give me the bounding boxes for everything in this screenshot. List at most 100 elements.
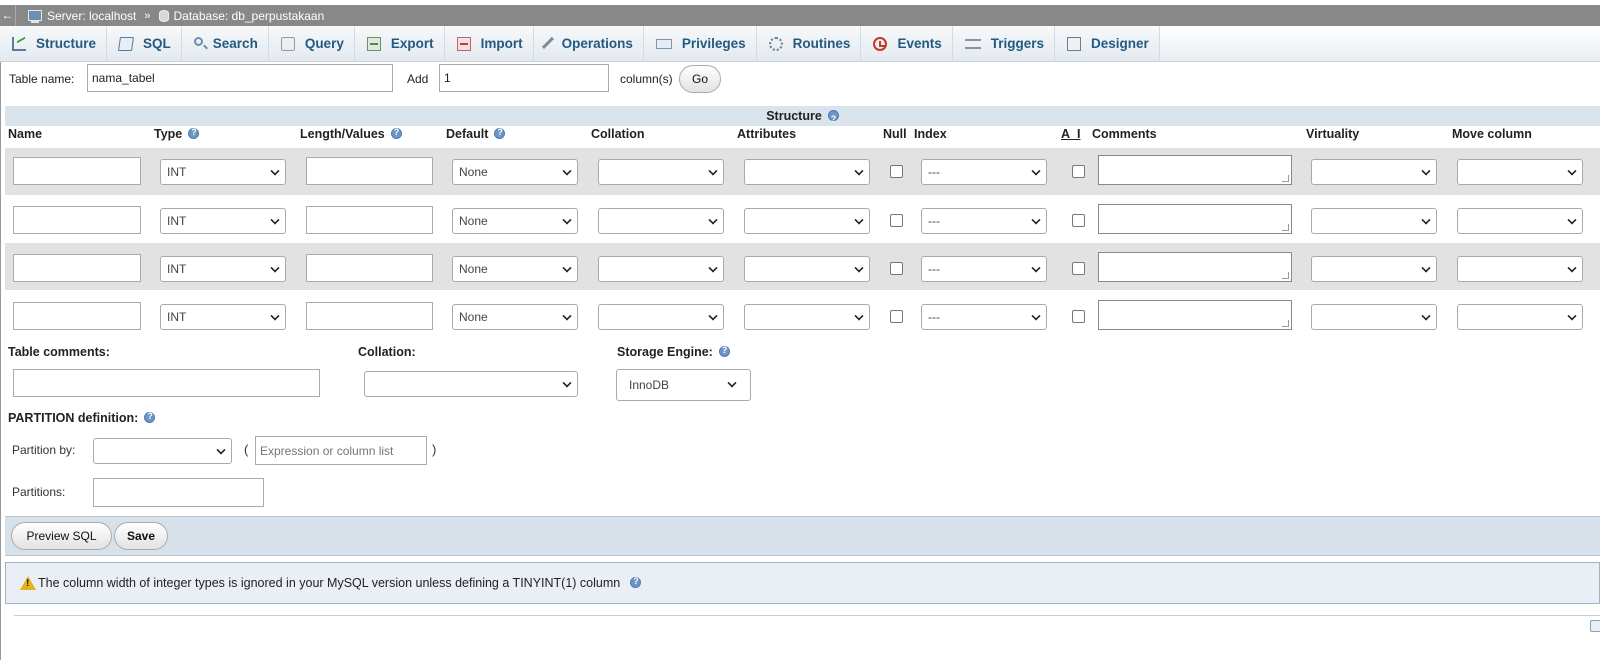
breadcrumb-database[interactable]: Database: db_perpustakaan — [174, 9, 325, 23]
column-name-input[interactable] — [13, 206, 141, 234]
preview-sql-button[interactable]: Preview SQL — [11, 522, 112, 550]
default-select[interactable]: None — [452, 159, 578, 185]
virtuality-select[interactable] — [1311, 304, 1437, 330]
partition-expression-input[interactable] — [255, 436, 427, 465]
move-column-select[interactable] — [1457, 304, 1583, 330]
attributes-select[interactable] — [744, 159, 870, 185]
move-column-select[interactable] — [1457, 208, 1583, 234]
comments-textarea[interactable] — [1098, 252, 1292, 282]
type-select[interactable]: INT — [160, 159, 286, 185]
column-name-input[interactable] — [13, 302, 141, 330]
collation-select[interactable] — [598, 159, 724, 185]
tab-routines[interactable]: Routines — [756, 26, 862, 61]
clock-icon — [873, 36, 888, 51]
virtuality-select[interactable] — [1311, 256, 1437, 282]
tab-query[interactable]: Query — [268, 26, 355, 61]
notice-message: The column width of integer types is ign… — [38, 576, 621, 590]
tab-privileges[interactable]: Privileges — [643, 26, 757, 61]
storage-engine-text: Storage Engine: — [617, 345, 713, 359]
auto-increment-checkbox[interactable] — [1072, 310, 1085, 323]
go-button[interactable]: Go — [679, 65, 721, 93]
tab-export[interactable]: Export — [354, 26, 445, 61]
help-icon[interactable] — [718, 345, 730, 357]
attributes-select[interactable] — [744, 208, 870, 234]
length-input[interactable] — [306, 157, 433, 185]
partitions-input[interactable] — [93, 478, 264, 507]
collation-select[interactable] — [598, 256, 724, 282]
chevron-down-icon — [1421, 166, 1431, 176]
server-icon — [28, 10, 42, 23]
tab-sql[interactable]: SQL — [107, 26, 182, 61]
comments-textarea[interactable] — [1098, 204, 1292, 234]
attributes-select[interactable] — [744, 304, 870, 330]
length-input[interactable] — [306, 206, 433, 234]
paren-open: ( — [244, 442, 249, 457]
partition-by-select[interactable] — [93, 438, 232, 464]
help-icon[interactable] — [827, 109, 839, 129]
tab-events[interactable]: Events — [861, 26, 953, 61]
chevron-down-icon — [562, 311, 572, 321]
col-header-length: Length/Values — [300, 127, 402, 141]
move-column-select[interactable] — [1457, 256, 1583, 282]
storage-engine-select[interactable]: InnoDB — [616, 369, 751, 401]
chevron-down-icon — [1031, 215, 1041, 225]
table-collation-select[interactable] — [364, 371, 578, 397]
tab-import[interactable]: Import — [444, 26, 534, 61]
tab-structure[interactable]: Structure — [0, 26, 108, 61]
table-comments-input[interactable] — [13, 369, 320, 397]
back-arrow-icon[interactable]: ← — [0, 5, 16, 26]
default-select[interactable]: None — [452, 304, 578, 330]
index-select[interactable]: --- — [921, 208, 1047, 234]
column-name-input[interactable] — [13, 254, 141, 282]
default-select[interactable]: None — [452, 208, 578, 234]
length-input[interactable] — [306, 254, 433, 282]
comments-textarea[interactable] — [1098, 155, 1292, 185]
null-checkbox[interactable] — [890, 214, 903, 227]
table-name-input[interactable] — [87, 64, 393, 92]
col-header-index: Index — [914, 127, 947, 141]
tab-search[interactable]: Search — [181, 26, 269, 61]
storage-engine-label: Storage Engine: — [617, 345, 730, 359]
help-icon[interactable] — [630, 576, 642, 588]
collation-select[interactable] — [598, 208, 724, 234]
index-select[interactable]: --- — [921, 304, 1047, 330]
table-name-bar: Table name: Add column(s) Go — [0, 62, 1600, 96]
virtuality-select[interactable] — [1311, 208, 1437, 234]
help-icon[interactable] — [144, 411, 156, 423]
console-icon[interactable] — [1590, 620, 1600, 632]
type-select[interactable]: INT — [160, 208, 286, 234]
comments-textarea[interactable] — [1098, 300, 1292, 330]
auto-increment-checkbox[interactable] — [1072, 165, 1085, 178]
auto-increment-checkbox[interactable] — [1072, 214, 1085, 227]
breadcrumb-server[interactable]: Server: localhost — [47, 9, 136, 23]
col-header-length-text: Length/Values — [300, 127, 385, 141]
tab-triggers[interactable]: Triggers — [952, 26, 1055, 61]
auto-increment-checkbox[interactable] — [1072, 262, 1085, 275]
add-columns-input[interactable] — [439, 64, 609, 92]
attributes-select[interactable] — [744, 256, 870, 282]
move-column-select[interactable] — [1457, 159, 1583, 185]
collation-select[interactable] — [598, 304, 724, 330]
chevron-down-icon — [1031, 263, 1041, 273]
index-select[interactable]: --- — [921, 256, 1047, 282]
routines-icon — [768, 36, 783, 51]
save-button[interactable]: Save — [114, 522, 168, 550]
length-input[interactable] — [306, 302, 433, 330]
default-select[interactable]: None — [452, 256, 578, 282]
virtuality-select[interactable] — [1311, 159, 1437, 185]
type-select[interactable]: INT — [160, 256, 286, 282]
null-checkbox[interactable] — [890, 310, 903, 323]
help-icon[interactable] — [494, 127, 506, 139]
null-checkbox[interactable] — [890, 262, 903, 275]
type-select[interactable]: INT — [160, 304, 286, 330]
tab-label: Triggers — [990, 36, 1044, 51]
column-name-input[interactable] — [13, 157, 141, 185]
help-icon[interactable] — [188, 127, 200, 139]
col-header-type-text: Type — [154, 127, 183, 141]
privileges-icon — [655, 38, 672, 49]
tab-operations[interactable]: Operations — [533, 26, 644, 61]
index-select[interactable]: --- — [921, 159, 1047, 185]
help-icon[interactable] — [390, 127, 402, 139]
tab-designer[interactable]: Designer — [1055, 26, 1160, 61]
null-checkbox[interactable] — [890, 165, 903, 178]
